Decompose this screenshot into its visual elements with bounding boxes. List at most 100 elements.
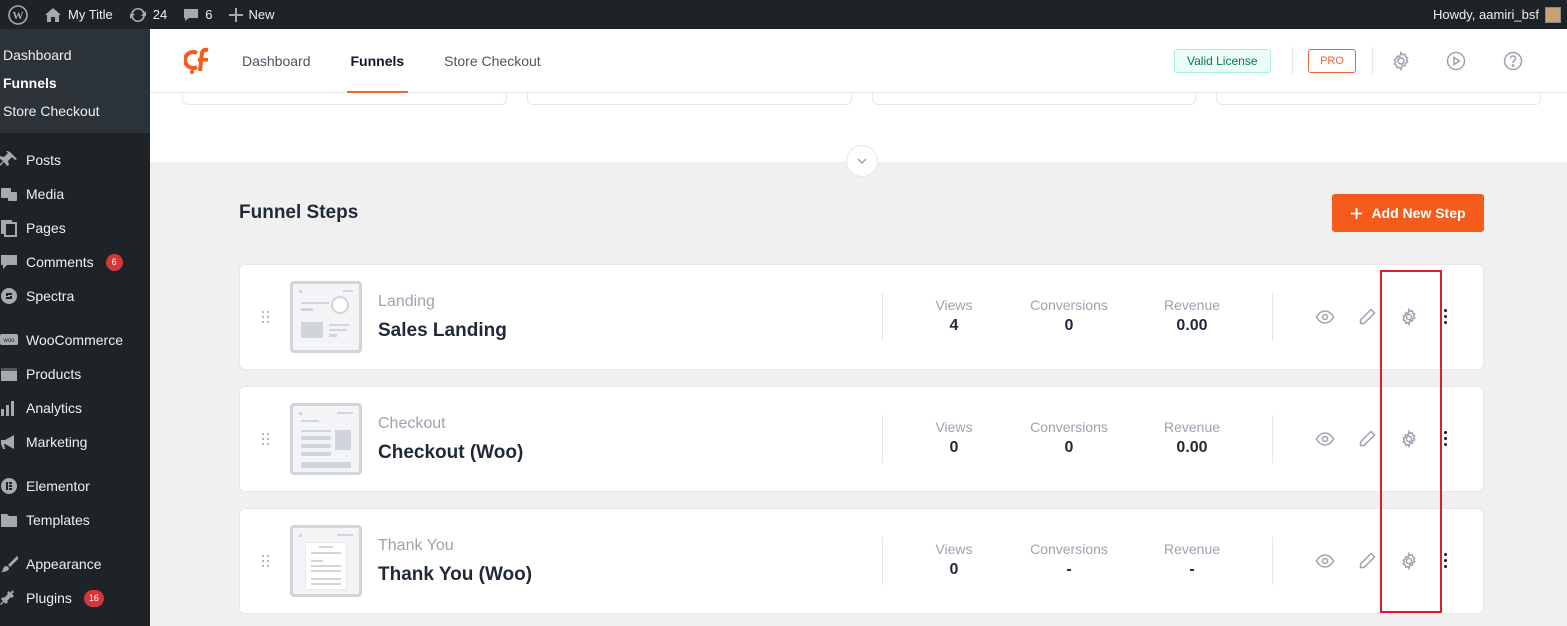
- revenue-metric: Revenue 0.00: [1137, 297, 1247, 335]
- site-title: My Title: [68, 7, 113, 22]
- wordpress-logo-button[interactable]: W: [0, 0, 36, 29]
- sidebar-item-posts[interactable]: Posts: [0, 143, 150, 177]
- views-label: Views: [935, 297, 973, 313]
- cartflows-header: Dashboard Funnels Store Checkout Valid L…: [150, 29, 1567, 93]
- drag-handle-icon[interactable]: [262, 433, 272, 447]
- view-step-button[interactable]: [1315, 307, 1335, 327]
- revenue-label: Revenue: [1163, 297, 1221, 313]
- stat-card: [1216, 93, 1541, 105]
- views-value: 0: [949, 439, 959, 456]
- sidebar-item-elementor[interactable]: Elementor: [0, 469, 150, 503]
- conversions-label: Conversions: [1030, 297, 1108, 313]
- sidebar-item-label: Posts: [26, 152, 62, 168]
- conversions-value: 0: [1064, 439, 1074, 456]
- revenue-label: Revenue: [1163, 541, 1221, 557]
- my-account-link[interactable]: Howdy, aamiri_bsf: [1425, 0, 1567, 29]
- eye-icon: [1315, 310, 1335, 324]
- edit-step-button[interactable]: [1357, 551, 1377, 571]
- svg-text:W: W: [13, 10, 24, 22]
- drag-handle-icon[interactable]: [262, 311, 272, 325]
- sidebar-item-plugins[interactable]: Plugins 16: [0, 581, 150, 615]
- submenu-dashboard[interactable]: Dashboard: [0, 41, 150, 69]
- megaphone-icon: [0, 433, 18, 451]
- step-name[interactable]: Sales Landing: [378, 320, 507, 342]
- revenue-label: Revenue: [1163, 419, 1221, 435]
- media-icon: [0, 185, 18, 203]
- more-options-icon[interactable]: [1444, 553, 1448, 569]
- comments-link[interactable]: 6: [175, 0, 220, 29]
- comments-count: 6: [205, 7, 213, 22]
- step-name[interactable]: Thank You (Woo): [378, 564, 532, 586]
- cartflows-logo[interactable]: [183, 47, 212, 75]
- funnel-step-row: Landing Sales Landing Views 4 Conversion…: [239, 264, 1484, 370]
- sidebar-item-label: Spectra: [26, 288, 75, 304]
- sidebar-item-label: Products: [26, 366, 82, 382]
- stat-card: [182, 93, 507, 105]
- updates-link[interactable]: 24: [121, 0, 175, 29]
- sidebar-item-comments[interactable]: Comments 6: [0, 245, 150, 279]
- updates-count: 24: [152, 7, 168, 22]
- new-label: New: [248, 7, 275, 22]
- video-tutorial-button[interactable]: [1446, 51, 1466, 71]
- pencil-icon: [1359, 430, 1376, 447]
- stat-card: [872, 93, 1196, 105]
- license-badge[interactable]: Valid License: [1174, 49, 1271, 73]
- plus-icon: [228, 7, 243, 22]
- view-step-button[interactable]: [1315, 551, 1335, 571]
- more-options-icon[interactable]: [1444, 309, 1448, 325]
- conversions-metric: Conversions 0: [1014, 297, 1124, 335]
- settings-column-highlight: [1380, 270, 1442, 613]
- sidebar-item-products[interactable]: Products: [0, 357, 150, 391]
- tab-store-checkout[interactable]: Store Checkout: [444, 29, 541, 93]
- main-content: Dashboard Funnels Store Checkout Valid L…: [150, 29, 1567, 626]
- analytics-icon: [0, 399, 18, 417]
- sidebar-item-appearance[interactable]: Appearance: [0, 547, 150, 581]
- view-step-button[interactable]: [1315, 429, 1335, 449]
- sidebar-item-woocommerce[interactable]: woo WooCommerce: [0, 323, 150, 357]
- expand-stats-button[interactable]: [846, 145, 878, 177]
- folder-icon: [0, 511, 18, 529]
- sidebar-item-pages[interactable]: Pages: [0, 211, 150, 245]
- sidebar-item-spectra[interactable]: Spectra: [0, 279, 150, 313]
- pencil-icon: [1359, 552, 1376, 569]
- tab-funnels[interactable]: Funnels: [346, 29, 408, 93]
- plus-icon: [1351, 207, 1363, 219]
- play-icon: [1446, 51, 1466, 71]
- submenu-store-checkout[interactable]: Store Checkout: [0, 97, 150, 125]
- add-new-step-label: Add New Step: [1371, 205, 1466, 221]
- pin-icon: [0, 151, 18, 169]
- gear-icon: [1393, 50, 1409, 72]
- cartflows-submenu: Dashboard Funnels Store Checkout: [0, 29, 150, 133]
- submenu-funnels[interactable]: Funnels: [0, 69, 150, 97]
- plugins-badge: 16: [83, 589, 104, 607]
- views-metric: Views 0: [899, 541, 1009, 579]
- views-metric: Views 0: [899, 419, 1009, 457]
- svg-text:woo: woo: [2, 338, 15, 344]
- views-metric: Views 4: [899, 297, 1009, 335]
- sidebar-item-media[interactable]: Media: [0, 177, 150, 211]
- sidebar-item-templates[interactable]: Templates: [0, 503, 150, 537]
- edit-step-button[interactable]: [1357, 429, 1377, 449]
- pro-badge[interactable]: PRO: [1308, 49, 1356, 73]
- more-options-icon[interactable]: [1444, 431, 1448, 447]
- divider: [1272, 415, 1273, 463]
- sidebar-item-label: Pages: [26, 220, 66, 236]
- edit-step-button[interactable]: [1357, 307, 1377, 327]
- step-name[interactable]: Checkout (Woo): [378, 442, 523, 464]
- revenue-metric: Revenue 0.00: [1137, 419, 1247, 457]
- conversions-value: 0: [1064, 317, 1074, 334]
- drag-handle-icon[interactable]: [262, 555, 272, 569]
- settings-button[interactable]: [1391, 50, 1411, 72]
- add-new-step-button[interactable]: Add New Step: [1332, 194, 1484, 232]
- views-value: 0: [949, 561, 959, 578]
- site-name-link[interactable]: My Title: [36, 0, 121, 29]
- views-value: 4: [949, 317, 959, 334]
- new-content-link[interactable]: New: [221, 0, 283, 29]
- sidebar-item-marketing[interactable]: Marketing: [0, 425, 150, 459]
- plug-icon: [0, 589, 18, 607]
- conversions-label: Conversions: [1030, 541, 1108, 557]
- tab-dashboard[interactable]: Dashboard: [242, 29, 311, 93]
- revenue-metric: Revenue -: [1137, 541, 1247, 579]
- help-button[interactable]: [1503, 51, 1523, 71]
- sidebar-item-analytics[interactable]: Analytics: [0, 391, 150, 425]
